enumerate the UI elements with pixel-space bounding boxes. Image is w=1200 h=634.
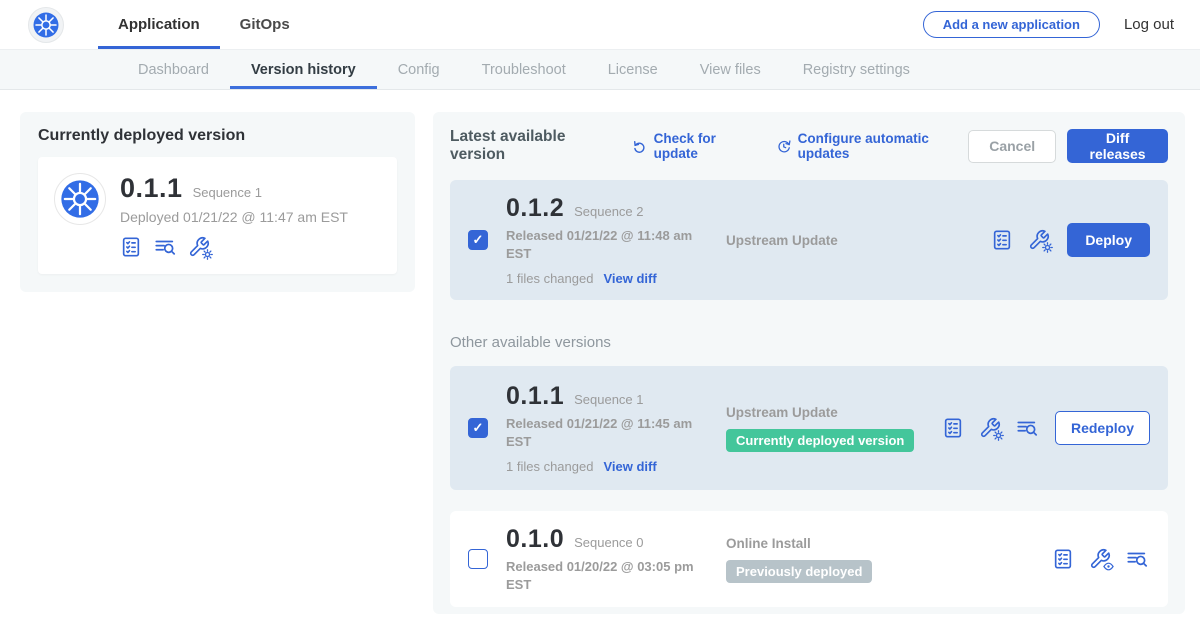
app-subnav: Dashboard Version history Config Trouble… [0,50,1200,90]
sequence-label: Sequence 1 [574,392,643,407]
released-timestamp: Released 01/21/22 @ 11:45 am EST [506,415,696,450]
scheduled-update-icon [776,138,792,155]
cancel-button[interactable]: Cancel [968,130,1056,163]
release-notes-icon[interactable] [991,229,1013,251]
released-timestamp: Released 01/21/22 @ 11:48 am EST [506,227,696,262]
version-number: 0.1.2 [506,194,564,223]
other-versions-label: Other available versions [450,334,1168,351]
preflight-results-icon[interactable] [1016,417,1038,439]
subnav-registry-settings[interactable]: Registry settings [782,50,931,89]
deploy-button[interactable]: Deploy [1067,223,1150,257]
edit-config-icon[interactable] [979,417,1001,439]
release-notes-icon[interactable] [120,236,142,258]
subnav-troubleshoot[interactable]: Troubleshoot [461,50,587,89]
version-source-label: Upstream Update [726,233,991,248]
previously-deployed-badge: Previously deployed [726,560,872,583]
tab-gitops[interactable]: GitOps [220,0,310,49]
version-source-label: Online Install [726,536,1052,551]
deployed-version-number: 0.1.1 [120,173,183,204]
version-checkbox[interactable] [468,418,488,438]
currently-deployed-badge: Currently deployed version [726,429,914,452]
refresh-icon [632,138,648,155]
subnav-view-files[interactable]: View files [679,50,782,89]
version-number: 0.1.1 [506,382,564,411]
version-number: 0.1.0 [506,525,564,554]
view-diff-link[interactable]: View diff [603,271,656,286]
version-row-0-1-0: 0.1.0 Sequence 0 Released 01/20/22 @ 03:… [450,511,1168,607]
currently-deployed-title: Currently deployed version [38,127,397,145]
subnav-license[interactable]: License [587,50,679,89]
version-source-label: Upstream Update [726,405,942,420]
tab-application[interactable]: Application [98,0,220,49]
view-config-icon[interactable] [1089,548,1111,570]
app-logo [0,0,98,49]
redeploy-button[interactable]: Redeploy [1055,411,1150,445]
subnav-config[interactable]: Config [377,50,461,89]
version-row-0-1-1: 0.1.1 Sequence 1 Released 01/21/22 @ 11:… [450,366,1168,490]
view-diff-link[interactable]: View diff [603,459,656,474]
preflight-results-icon[interactable] [154,236,176,258]
edit-config-icon[interactable] [188,236,210,258]
deployed-sequence-label: Sequence 1 [193,185,262,200]
edit-config-icon[interactable] [1028,229,1050,251]
currently-deployed-panel: Currently deployed version [20,112,415,292]
released-timestamp: Released 01/20/22 @ 03:05 pm EST [506,558,696,593]
app-tabs: Application GitOps [98,0,310,49]
version-history-panel: Latest available version Check for updat… [433,112,1185,614]
files-changed-label: 1 files changed [506,459,593,474]
configure-automatic-updates-link[interactable]: Configure automatic updates [776,131,968,161]
sequence-label: Sequence 0 [574,535,643,550]
add-new-application-button[interactable]: Add a new application [923,11,1100,38]
version-checkbox[interactable] [468,230,488,250]
subnav-dashboard[interactable]: Dashboard [117,50,230,89]
diff-releases-button[interactable]: Diff releases [1067,129,1168,163]
subnav-version-history[interactable]: Version history [230,50,377,89]
version-checkbox[interactable] [468,549,488,569]
latest-available-title: Latest available version [450,128,610,164]
sequence-label: Sequence 2 [574,204,643,219]
release-notes-icon[interactable] [942,417,964,439]
top-header: Application GitOps Add a new application… [0,0,1200,50]
deployed-timestamp: Deployed 01/21/22 @ 11:47 am EST [120,209,348,225]
files-changed-label: 1 files changed [506,271,593,286]
kubernetes-logo-icon [28,7,64,43]
currently-deployed-card: 0.1.1 Sequence 1 Deployed 01/21/22 @ 11:… [38,157,397,274]
release-notes-icon[interactable] [1052,548,1074,570]
application-icon [54,173,106,225]
check-for-update-link[interactable]: Check for update [632,131,754,161]
logout-button[interactable]: Log out [1124,16,1174,33]
preflight-results-icon[interactable] [1126,548,1148,570]
version-row-0-1-2: 0.1.2 Sequence 2 Released 01/21/22 @ 11:… [450,180,1168,300]
